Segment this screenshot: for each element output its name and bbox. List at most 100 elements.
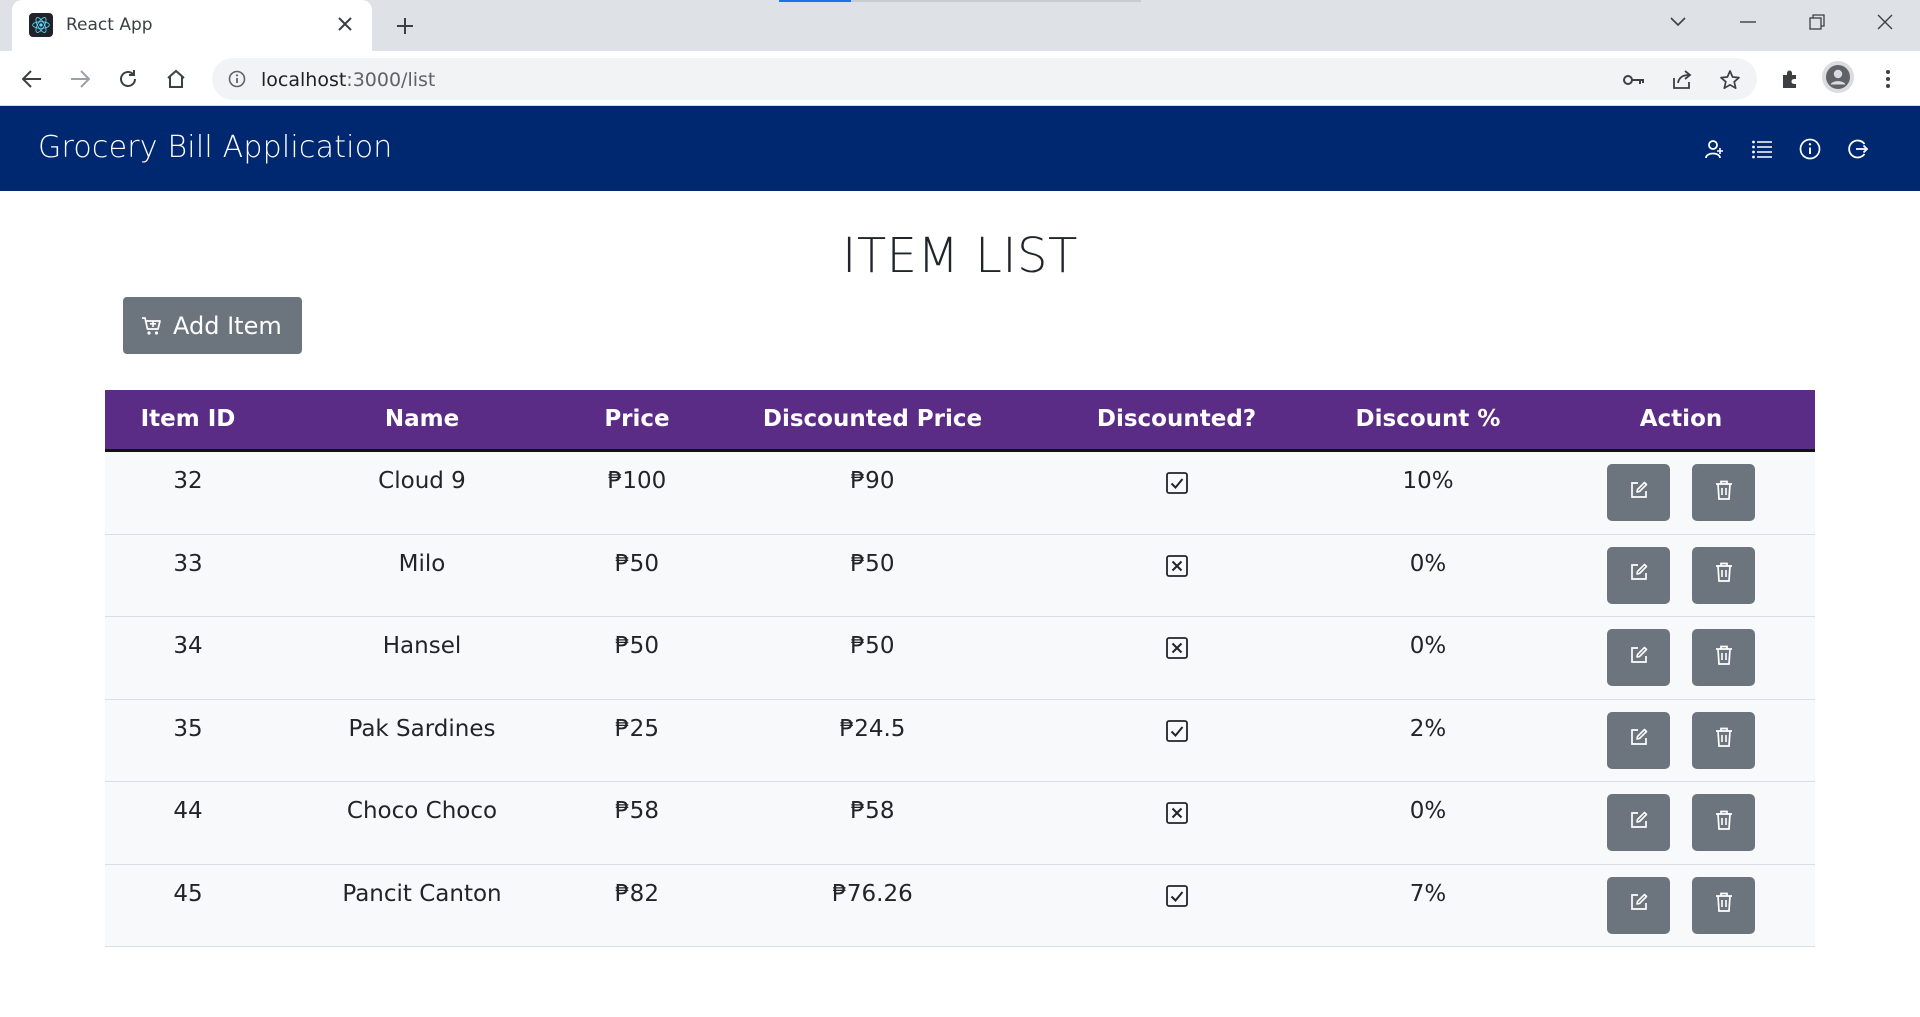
- info-icon[interactable]: [1796, 135, 1824, 163]
- cell-name: Cloud 9: [378, 468, 466, 494]
- cell-discount-pct: 0%: [1409, 798, 1447, 824]
- edit-button[interactable]: [1607, 876, 1670, 934]
- checked-box-icon: [1165, 884, 1189, 908]
- minimize-icon[interactable]: [1716, 0, 1780, 44]
- checked-box-icon: [1165, 719, 1189, 743]
- browser-tab[interactable]: React App: [12, 0, 372, 51]
- cell-name: Pancit Canton: [342, 880, 502, 907]
- browser-toolbar: localhost:3000/list: [0, 51, 1920, 106]
- cell-item-id: 45: [173, 880, 203, 907]
- new-tab-icon[interactable]: [390, 11, 420, 41]
- cell-discounted-price: ₱50: [850, 633, 895, 659]
- navbar-brand[interactable]: Grocery Bill Application: [38, 130, 392, 165]
- cell-price: ₱50: [615, 550, 659, 577]
- cell-action: [1547, 535, 1815, 617]
- url-text[interactable]: localhost:3000/list: [261, 69, 435, 91]
- reload-icon[interactable]: [112, 63, 144, 95]
- col-header-discount-pct: Discount %: [1355, 406, 1501, 432]
- page-title: ITEM LIST: [842, 228, 1078, 284]
- add-item-label: Add Item: [173, 311, 282, 340]
- edit-icon: [1629, 645, 1649, 671]
- table-row: 44 Choco Choco ₱58 ₱58 0%: [105, 782, 1815, 865]
- edit-button[interactable]: [1607, 629, 1670, 686]
- cell-discount-pct: 0%: [1409, 550, 1447, 577]
- list-icon[interactable]: [1748, 135, 1776, 163]
- bookmark-star-icon[interactable]: [1717, 67, 1743, 93]
- cell-item-id: 44: [173, 798, 203, 824]
- loading-track: [851, 0, 1141, 2]
- cell-item-id: 35: [173, 715, 203, 742]
- tab-title: React App: [66, 15, 153, 35]
- checked-box-icon: [1165, 471, 1189, 495]
- cell-price: ₱100: [607, 468, 667, 494]
- cell-discounted: [1044, 700, 1309, 782]
- item-table: Item ID Name Price Discounted Price Disc…: [105, 390, 1815, 947]
- browser-tabstrip: React App: [0, 0, 1920, 51]
- share-icon[interactable]: [1669, 67, 1695, 93]
- table-row: 32 Cloud 9 ₱100 ₱90 10%: [105, 452, 1815, 535]
- tab-search-icon[interactable]: [1646, 0, 1710, 44]
- col-header-action: Action: [1639, 406, 1723, 432]
- forward-icon[interactable]: [64, 63, 96, 95]
- cell-discounted-price: ₱90: [850, 468, 895, 494]
- col-header-name: Name: [384, 406, 460, 432]
- delete-button[interactable]: [1692, 464, 1755, 521]
- logout-icon[interactable]: [1844, 135, 1872, 163]
- close-window-icon[interactable]: [1853, 0, 1917, 44]
- cell-discount-pct: 0%: [1409, 633, 1447, 659]
- edit-button[interactable]: [1607, 711, 1670, 769]
- user-icon[interactable]: [1700, 135, 1728, 163]
- x-box-icon: [1165, 801, 1189, 825]
- trash-icon: [1715, 727, 1733, 753]
- cell-action: [1547, 782, 1815, 864]
- cell-discount-pct: 10%: [1402, 468, 1454, 494]
- key-icon[interactable]: [1621, 67, 1647, 93]
- close-tab-icon[interactable]: [332, 11, 358, 37]
- cell-item-id: 33: [173, 550, 203, 577]
- menu-kebab-icon[interactable]: [1872, 63, 1904, 95]
- edit-icon: [1629, 480, 1649, 506]
- profile-avatar-icon[interactable]: [1822, 61, 1854, 93]
- edit-icon: [1629, 810, 1649, 836]
- table-row: 33 Milo ₱50 ₱50 0%: [105, 534, 1815, 617]
- back-icon[interactable]: [16, 63, 48, 95]
- cell-discounted: [1044, 617, 1309, 699]
- table-row: 35 Pak Sardines ₱25 ₱24.5 2%: [105, 699, 1815, 782]
- cell-price: ₱25: [615, 715, 659, 742]
- edit-icon: [1629, 727, 1649, 753]
- restore-icon[interactable]: [1785, 0, 1849, 44]
- delete-button[interactable]: [1692, 876, 1755, 934]
- edit-icon: [1629, 562, 1649, 588]
- edit-button[interactable]: [1607, 546, 1670, 604]
- cell-price: ₱50: [615, 633, 659, 659]
- site-info-icon[interactable]: [226, 68, 248, 90]
- cell-action: [1547, 865, 1815, 947]
- edit-button[interactable]: [1607, 794, 1670, 851]
- cart-plus-icon: [142, 316, 161, 335]
- table-row: 45 Pancit Canton ₱82 ₱76.26 7%: [105, 864, 1815, 947]
- edit-button[interactable]: [1607, 464, 1670, 521]
- table-row: 34 Hansel ₱50 ₱50 0%: [105, 617, 1815, 700]
- url-path: :3000/list: [346, 69, 436, 91]
- delete-button[interactable]: [1692, 794, 1755, 851]
- cell-discounted-price: ₱58: [850, 798, 895, 824]
- address-bar[interactable]: localhost:3000/list: [212, 58, 1757, 100]
- cell-action: [1547, 700, 1815, 782]
- col-header-discounted: Discounted?: [1096, 406, 1257, 432]
- cell-name: Milo: [398, 550, 446, 577]
- home-icon[interactable]: [160, 63, 192, 95]
- cell-discount-pct: 7%: [1409, 880, 1447, 907]
- cell-discount-pct: 2%: [1409, 715, 1447, 742]
- cell-name: Hansel: [382, 633, 462, 659]
- app-navbar: Grocery Bill Application: [0, 106, 1920, 191]
- cell-discounted-price: ₱76.26: [832, 880, 913, 907]
- extensions-icon[interactable]: [1774, 63, 1806, 95]
- cell-price: ₱82: [615, 880, 659, 907]
- delete-button[interactable]: [1692, 546, 1755, 604]
- add-item-button[interactable]: Add Item: [123, 297, 302, 354]
- delete-button[interactable]: [1692, 711, 1755, 769]
- edit-icon: [1629, 892, 1649, 918]
- cell-action: [1547, 452, 1815, 534]
- col-header-item-id: Item ID: [140, 406, 236, 432]
- delete-button[interactable]: [1692, 629, 1755, 686]
